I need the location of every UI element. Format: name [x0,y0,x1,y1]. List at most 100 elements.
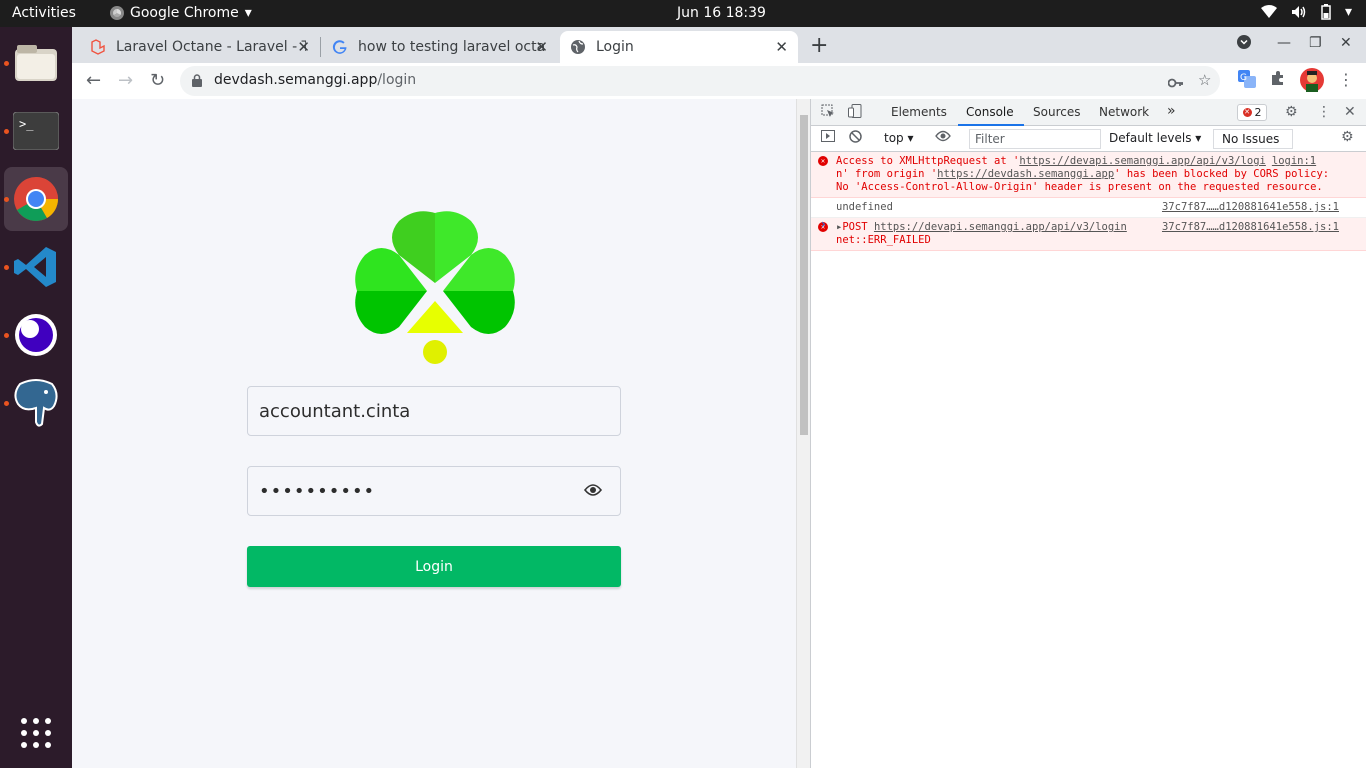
dock-terminal[interactable]: >_ [4,99,68,163]
log-levels-dropdown[interactable]: Default levels ▾ [1109,131,1201,145]
dock: >_ [0,27,72,768]
activities-button[interactable]: Activities [12,5,76,21]
settings-icon[interactable]: ⚙ [1285,104,1298,120]
wifi-icon [1260,5,1277,18]
address-bar[interactable]: devdash.semanggi.app/login ☆ [180,66,1220,96]
system-tray[interactable]: ▾ [1260,4,1352,20]
password-field[interactable]: •••••••••• [247,466,621,516]
new-tab-button[interactable]: + [810,33,828,58]
sidebar-toggle-icon[interactable] [821,130,835,146]
issues-button[interactable]: No Issues [1213,129,1293,149]
app-menu[interactable]: Google Chrome ▾ [110,5,252,21]
dock-vscode[interactable] [4,235,68,299]
close-icon[interactable]: ✕ [535,38,548,56]
url-host: devdash.semanggi.app [214,72,378,88]
devtools-panel: Elements Console Sources Network » ✕ 2 ⚙… [810,99,1366,768]
tab-search-icon[interactable] [1237,35,1251,53]
dock-pgadmin[interactable] [4,371,68,435]
console-settings-icon[interactable]: ⚙ [1341,129,1354,145]
show-applications-button[interactable] [4,701,68,765]
tab-separator [320,37,321,57]
reload-icon[interactable]: ↻ [150,70,165,91]
origin-link[interactable]: https://devdash.semanggi.app [937,168,1114,180]
chevron-down-icon: ▾ [244,5,252,21]
globe-icon [570,39,586,55]
devtools-tab-network[interactable]: Network [1099,105,1149,119]
elephant-icon [14,379,58,427]
close-devtools-icon[interactable]: ✕ [1344,104,1356,120]
laravel-icon [90,39,106,55]
extensions-icon[interactable] [1270,70,1286,90]
eye-icon[interactable] [935,130,951,146]
message-text: undefined [836,201,893,213]
error-count-badge[interactable]: ✕ 2 [1237,104,1267,121]
console-message-error[interactable]: ✕ ▸POST https://devapi.semanggi.app/api/… [811,218,1366,251]
star-icon[interactable]: ☆ [1198,71,1211,89]
username-field[interactable]: accountant.cinta [247,386,621,436]
back-icon[interactable]: ← [86,70,101,91]
scrollbar-thumb[interactable] [800,115,808,435]
close-icon[interactable]: ✕ [297,38,310,56]
devtools-tabbar: Elements Console Sources Network » ✕ 2 ⚙… [811,99,1366,126]
tab-title: how to testing laravel octa [358,39,546,55]
devtools-tab-console[interactable]: Console [966,105,1014,119]
context-selector[interactable]: top ▾ [884,131,914,145]
clock[interactable]: Jun 16 18:39 [677,5,766,21]
console-output: ✕ Access to XMLHttpRequest at 'https://d… [811,152,1366,251]
eye-icon[interactable] [584,483,602,497]
lock-icon [192,74,202,87]
devtools-tab-elements[interactable]: Elements [891,105,947,119]
clover-logo [355,211,515,364]
app-name: Google Chrome [130,5,239,21]
inspect-element-icon[interactable] [821,104,835,122]
top-bar: Activities Google Chrome ▾ Jun 16 18:39 … [0,0,1366,27]
avatar[interactable] [1300,68,1324,96]
context-value: top [884,131,904,145]
chrome-menu-icon[interactable]: ⋮ [1338,70,1354,89]
error-icon: ✕ [1242,108,1252,117]
devtools-menu-icon[interactable]: ⋮ [1317,104,1331,120]
more-tabs-icon[interactable]: » [1167,103,1176,119]
window-close-icon[interactable]: ✕ [1340,35,1352,51]
close-icon[interactable]: ✕ [775,38,788,56]
maximize-icon[interactable]: ❐ [1309,35,1322,51]
url-path: /login [377,72,417,88]
request-url-link[interactable]: https://devapi.semanggi.app/api/v3/logi [1019,155,1266,167]
dock-chrome[interactable] [4,167,68,231]
request-method: POST [842,221,868,233]
username-value: accountant.cinta [259,401,411,422]
key-icon[interactable] [1167,74,1184,92]
source-link[interactable]: login:1 [1271,155,1317,167]
tab-laravel-octane[interactable]: Laravel Octane - Laravel - T ✕ [80,31,320,63]
translate-icon[interactable]: G [1238,70,1256,92]
tab-login[interactable]: Login ✕ [560,31,798,63]
running-indicator [4,197,9,202]
device-toolbar-icon[interactable] [848,104,862,122]
running-indicator [4,129,9,134]
console-prompt[interactable]: › [821,217,826,231]
console-filter-input[interactable]: Filter [969,129,1101,149]
dock-insomnia[interactable] [4,303,68,367]
chrome-icon [110,6,124,20]
clear-console-icon[interactable] [849,130,862,147]
dock-files[interactable] [4,31,68,95]
devtools-tab-sources[interactable]: Sources [1033,105,1080,119]
volume-icon [1291,6,1306,18]
minimize-icon[interactable]: — [1277,35,1291,51]
insomnia-icon [15,314,57,356]
request-url-link[interactable]: https://devapi.semanggi.app/api/v3/login [874,221,1127,233]
tab-google-search[interactable]: how to testing laravel octa ✕ [322,31,558,63]
chevron-down-icon: ▾ [1195,131,1202,145]
page-scrollbar[interactable] [796,99,810,768]
running-indicator [4,333,9,338]
source-link[interactable]: 37c7f87……d120881641e558.js:1 [1161,221,1339,234]
login-button[interactable]: Login [247,546,621,587]
running-indicator [4,61,9,66]
error-count: 2 [1254,106,1262,119]
forward-icon[interactable]: → [118,70,133,91]
files-icon [15,45,57,81]
source-link[interactable]: 37c7f87……d120881641e558.js:1 [1162,201,1339,214]
google-icon [332,39,348,55]
tab-strip: Laravel Octane - Laravel - T ✕ how to te… [72,27,1366,63]
chevron-down-icon: ▾ [907,131,914,145]
